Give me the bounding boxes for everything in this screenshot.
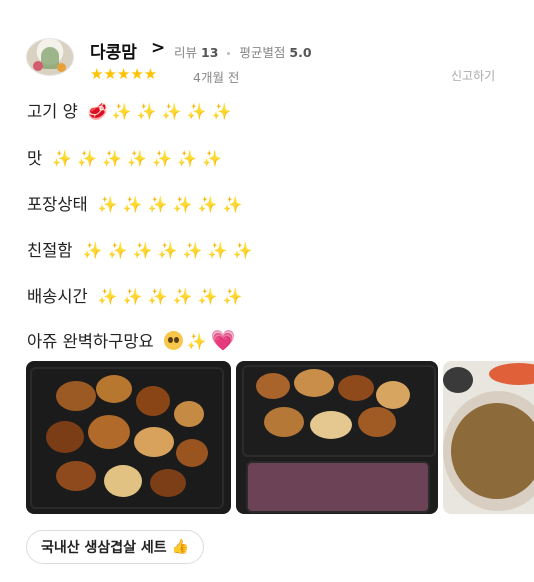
sparkles-icon: ✨ ✨ ✨ ✨ ✨ ✨ ✨ (82, 241, 253, 260)
review-line: 고기 양 🥩 ✨ ✨ ✨ ✨ ✨ (27, 98, 232, 122)
avg-star-label: 평균별점 (239, 45, 286, 60)
food-piece (256, 373, 290, 399)
review-line-text: 친절함 (27, 241, 73, 260)
thumbs-up-icon: 👍 (171, 539, 190, 555)
menu-tag-label: 국내산 생삼겹살 세트 (41, 540, 167, 556)
heart-icon: 💗 (210, 328, 236, 352)
star-rating: ★★★★★ (90, 65, 158, 83)
sparkles-icon: ✨ ✨ ✨ ✨ ✨ (111, 102, 232, 121)
side-dish (489, 363, 534, 385)
chevron-right-icon[interactable]: > (151, 38, 165, 58)
avg-star-value: 5.0 (289, 45, 312, 60)
review-line-text: 아쥬 완벽하구망요 (27, 332, 154, 351)
food-piece (150, 469, 186, 497)
food-piece (294, 369, 334, 397)
report-button[interactable]: 신고하기 (451, 67, 495, 84)
review-photo[interactable] (26, 361, 231, 514)
pleading-face-icon (163, 331, 183, 350)
side-dish (443, 367, 473, 393)
rice-tray (246, 461, 430, 513)
menu-tag[interactable]: 국내산 생삼겹살 세트 👍 (26, 530, 205, 564)
review-photo[interactable] (443, 361, 534, 514)
review-date: 4개월 전 (193, 70, 240, 85)
food-piece (264, 407, 304, 437)
sparkles-icon: ✨ (186, 332, 207, 351)
food-piece (136, 386, 170, 416)
separator-dot (227, 52, 231, 55)
review-line: 포장상태 ✨ ✨ ✨ ✨ ✨ ✨ (27, 191, 243, 215)
review-line: 아쥬 완벽하구망요 ✨ 💗 (27, 328, 236, 352)
reviewer-meta: 리뷰 13 평균별점 5.0 (174, 42, 312, 61)
meat-icon: 🥩 (87, 102, 108, 121)
avatar-flower (57, 63, 66, 72)
food-piece (376, 381, 410, 409)
avatar-flower (33, 61, 43, 71)
food-piece (310, 411, 352, 439)
avatar[interactable] (26, 38, 74, 76)
sparkles-icon: ✨ ✨ ✨ ✨ ✨ ✨ (97, 287, 243, 306)
review-count: 13 (201, 45, 219, 60)
reviewer-name[interactable]: 다콩맘 (90, 38, 137, 63)
soup (451, 403, 534, 499)
food-piece (56, 461, 96, 491)
sparkles-icon: ✨ ✨ ✨ ✨ ✨ ✨ (97, 195, 243, 214)
food-piece (358, 407, 396, 437)
food-piece (338, 375, 374, 401)
food-piece (46, 421, 84, 453)
review-line-text: 포장상태 (27, 195, 88, 214)
review-line: 친절함 ✨ ✨ ✨ ✨ ✨ ✨ ✨ (27, 237, 253, 261)
food-piece (56, 381, 96, 411)
review-line-text: 맛 (27, 149, 43, 168)
sparkles-icon: ✨ ✨ ✨ ✨ ✨ ✨ ✨ (52, 149, 223, 168)
food-piece (174, 401, 204, 427)
photo-strip (26, 361, 534, 514)
food-piece (176, 439, 208, 467)
food-piece (88, 415, 130, 449)
review-line: 배송시간 ✨ ✨ ✨ ✨ ✨ ✨ (27, 283, 243, 307)
review-line: 맛 ✨ ✨ ✨ ✨ ✨ ✨ ✨ (27, 145, 222, 169)
food-piece (134, 427, 174, 457)
food-piece (104, 465, 142, 497)
review-photo[interactable] (236, 361, 438, 514)
review-line-text: 고기 양 (27, 102, 78, 121)
food-piece (96, 375, 132, 403)
review-count-label: 리뷰 (174, 45, 198, 60)
review-header: 다콩맘 > 리뷰 13 평균별점 5.0 ★★★★★ 4개월 전 신고하기 (26, 36, 510, 86)
review-line-text: 배송시간 (27, 287, 88, 306)
